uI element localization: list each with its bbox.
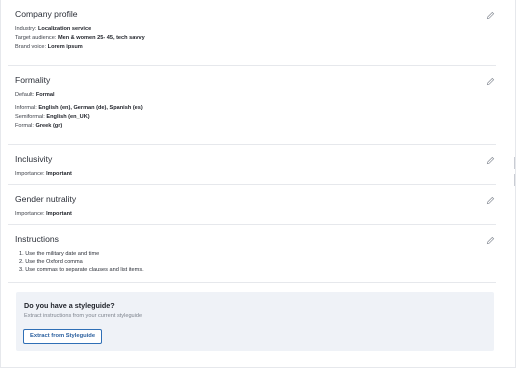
row-value: Men & women 25- 45, tech savvy: [57, 35, 145, 41]
list-item: 3. Use commas to separate clauses and li…: [19, 267, 144, 273]
callout-title: Do you have a styleguide?: [24, 301, 115, 310]
gender-neutrality-section: Gender nutrality Importance: Important: [8, 185, 496, 225]
row-value: English (en), German (de), Spanish (es): [38, 105, 143, 111]
informal-row: Informal: English (en), German (de), Spa…: [15, 104, 496, 113]
row-label: Importance:: [15, 211, 45, 217]
pencil-edit-icon[interactable]: [486, 156, 495, 165]
row-value: Lorem ipsum: [47, 44, 83, 50]
row-label: Industry:: [15, 26, 37, 32]
instructions-list: 1. Use the military date and time 2. Use…: [15, 250, 496, 274]
callout-subtitle: Extract instructions from your current s…: [24, 313, 143, 319]
styleguide-callout: Do you have a styleguide? Extract instru…: [16, 292, 494, 351]
list-item: 1. Use the military date and time: [19, 251, 100, 257]
row-value: Localization service: [38, 26, 92, 32]
pencil-edit-icon[interactable]: [486, 196, 495, 205]
importance-row: Importance: Important: [15, 170, 496, 179]
pencil-edit-icon[interactable]: [486, 236, 495, 245]
formality-section: Formality Default: Formal Informal: Engl…: [8, 66, 496, 145]
industry-row: Industry: Localization service: [15, 25, 496, 34]
formality-default-row: Default: Formal: [15, 91, 496, 100]
row-value: Important: [46, 211, 72, 217]
pencil-edit-icon[interactable]: [486, 77, 495, 86]
formal-row: Formal: Greek (gr): [15, 122, 496, 131]
row-value: Formal: [35, 92, 55, 98]
row-label: Brand voice:: [15, 44, 47, 50]
section-title: Company profile: [15, 9, 78, 19]
instructions-section: Instructions 1. Use the military date an…: [8, 225, 496, 283]
target-audience-row: Target audience: Men & women 25- 45, tec…: [15, 34, 496, 43]
semiformal-row: Semiformal: English (en_UK): [15, 113, 496, 122]
extract-from-styleguide-button[interactable]: Extract from Styleguide: [23, 329, 103, 344]
row-value: Greek (gr): [35, 123, 63, 129]
row-label: Target audience:: [15, 35, 57, 41]
row-label: Informal:: [15, 105, 37, 111]
list-item: 2. Use the Oxford comma: [19, 259, 83, 265]
inclusivity-section: Inclusivity Importance: Important: [8, 145, 496, 185]
brand-voice-row: Brand voice: Lorem ipsum: [15, 43, 496, 52]
company-profile-section: Company profile Industry: Localization s…: [8, 0, 496, 66]
section-title: Gender nutrality: [15, 194, 77, 204]
section-title: Instructions: [15, 234, 59, 244]
pencil-edit-icon[interactable]: [486, 11, 495, 20]
section-title: Formality: [15, 75, 51, 85]
row-value: English (en_UK): [46, 114, 90, 120]
section-title: Inclusivity: [15, 154, 53, 164]
row-label: Importance:: [15, 171, 45, 177]
profile-panel: Company profile Industry: Localization s…: [8, 0, 496, 283]
importance-row: Importance: Important: [15, 210, 496, 219]
row-label: Semiformal:: [15, 114, 45, 120]
row-value: Important: [46, 171, 72, 177]
row-label: Default:: [15, 92, 35, 98]
settings-frame: Company profile Industry: Localization s…: [0, 0, 516, 368]
row-label: Formal:: [15, 123, 34, 129]
